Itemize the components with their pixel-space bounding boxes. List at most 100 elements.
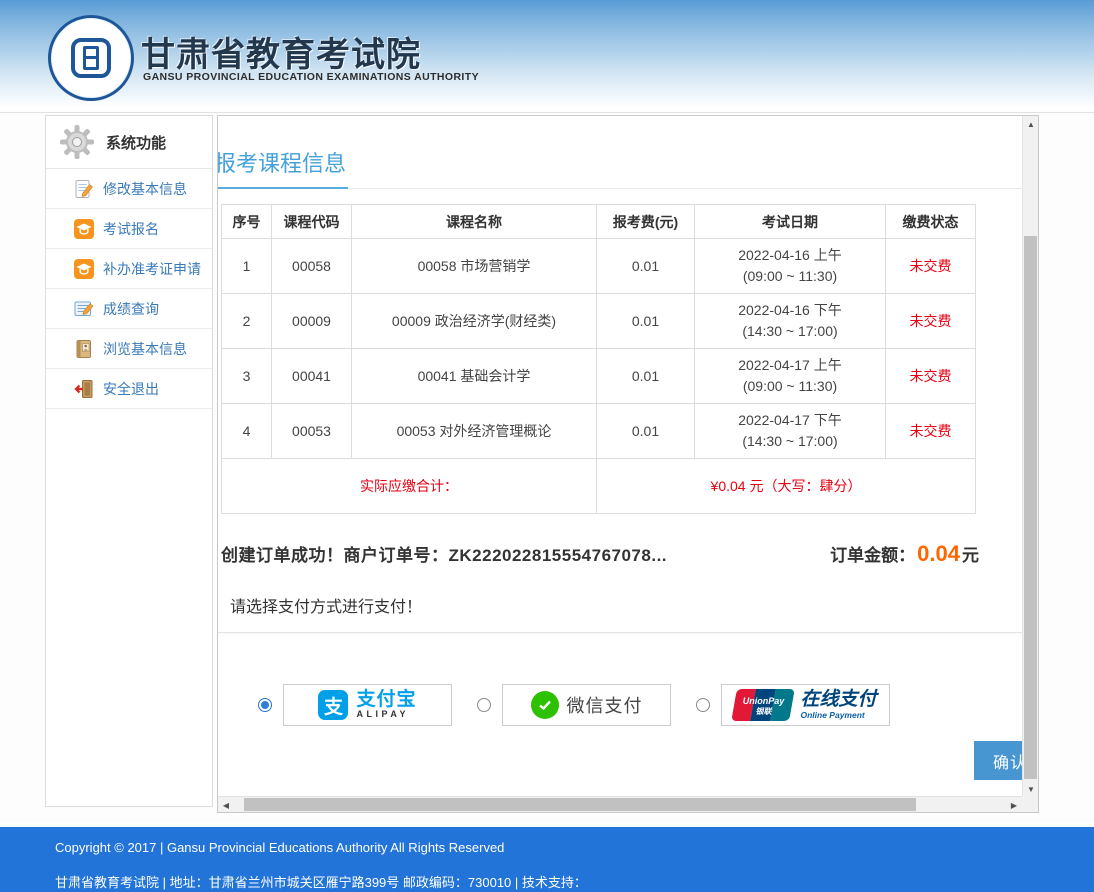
payment-prompt: 请选择支付方式进行支付！ [230,593,1022,617]
cell-code: 00053 [272,404,352,459]
cell-name: 00058 市场营销学 [352,239,597,294]
date-line1: 2022-04-16 上午 [699,245,881,266]
order-amount-value: 0.04 [915,541,962,566]
total-value: ¥0.04 元（大写：肆分） [597,459,976,514]
sidebar-item-edit-profile[interactable]: 修改基本信息 [46,169,212,209]
sidebar-item-label: 考试报名 [103,219,159,239]
scroll-up-arrow-icon[interactable]: ▲ [1023,116,1039,132]
sidebar-header: 系统功能 [46,116,212,169]
cell-status: 未交费 [886,294,976,349]
sidebar-item-label: 补办准考证申请 [103,259,201,279]
payment-divider [218,632,1022,635]
cell-date: 2022-04-16 下午 (14:30 ~ 17:00) [695,294,886,349]
date-line2: (09:00 ~ 11:30) [699,266,881,287]
unionpay-label-cn: 在线支付 [800,690,876,710]
cell-code: 00058 [272,239,352,294]
wechat-box[interactable]: 微信支付 [502,684,671,726]
sidebar-header-label: 系统功能 [106,132,166,153]
cell-date: 2022-04-16 上午 (09:00 ~ 11:30) [695,239,886,294]
exam-registration-icon [74,219,94,239]
unionpay-logo-line2: 银联 [734,708,792,716]
cell-no: 1 [222,239,272,294]
date-line1: 2022-04-17 下午 [699,410,881,431]
date-line1: 2022-04-16 下午 [699,300,881,321]
site-title: 甘肃省教育考试院 [141,27,421,76]
sidebar-item-label: 浏览基本信息 [103,339,187,359]
table-row: 1 00058 00058 市场营销学 0.01 2022-04-16 上午 (… [222,239,976,294]
sidebar-item-label: 成绩查询 [103,299,159,319]
horizontal-scrollbar-thumb[interactable] [244,798,916,811]
cell-no: 2 [222,294,272,349]
col-header-date: 考试日期 [695,205,886,239]
admission-ticket-icon [74,259,94,279]
footer-address: 甘肃省教育考试院 | 地址：甘肃省兰州市城关区雁宁路399号 邮政编码：7300… [55,872,1094,891]
alipay-box[interactable]: 支 支付宝 ALIPAY [283,684,452,726]
cell-date: 2022-04-17 下午 (14:30 ~ 17:00) [695,404,886,459]
sidebar-item-view-profile[interactable]: 浏览基本信息 [46,329,212,369]
wechat-radio[interactable] [477,698,491,712]
scroll-down-arrow-icon[interactable]: ▼ [1023,781,1039,797]
scroll-left-arrow-icon[interactable]: ◀ [218,797,234,813]
col-header-fee: 报考费(元) [597,205,695,239]
view-profile-icon [74,339,94,359]
cell-fee: 0.01 [597,239,695,294]
alipay-icon: 支 [318,690,348,720]
sidebar-item-admission-ticket[interactable]: 补办准考证申请 [46,249,212,289]
logo-emblem-icon [71,38,111,78]
vertical-scrollbar-thumb[interactable] [1024,236,1037,779]
alipay-label-en: ALIPAY [356,709,416,720]
alipay-label-cn: 支付宝 [356,690,416,709]
date-line1: 2022-04-17 上午 [699,355,881,376]
table-row: 4 00053 00053 对外经济管理概论 0.01 2022-04-17 下… [222,404,976,459]
order-amount-wrap: 订单金额：0.04元 [830,541,979,567]
unionpay-radio[interactable] [696,698,710,712]
site-header: 甘肃省教育考试院 GANSU PROVINCIAL EDUCATION EXAM… [0,0,1094,112]
section-title: 报考课程信息 [218,146,348,189]
logo-ring [48,15,134,101]
date-line2: (09:00 ~ 11:30) [699,376,881,397]
total-label: 实际应缴合计： [222,459,597,514]
sidebar-item-score-query[interactable]: 成绩查询 [46,289,212,329]
unionpay-logo-line1: UnionPay [734,697,792,706]
cell-fee: 0.01 [597,404,695,459]
cell-no: 3 [222,349,272,404]
sidebar-item-label: 安全退出 [103,379,159,399]
scroll-content: 报考课程信息 序号 课程代码 课程名称 报考费(元) 考试日期 缴费状态 1 [218,116,1022,797]
scrollbar-corner [1022,796,1038,812]
gear-icon [58,123,96,161]
order-row: 创建订单成功！商户订单号：ZK222022815554767078... 订单金… [221,541,979,567]
table-total-row: 实际应缴合计： ¥0.04 元（大写：肆分） [222,459,976,514]
date-line2: (14:30 ~ 17:00) [699,321,881,342]
sidebar: 系统功能 修改基本信息 考试报名 [45,115,213,807]
course-table-header-row: 序号 课程代码 课程名称 报考费(元) 考试日期 缴费状态 [222,205,976,239]
vertical-scrollbar[interactable]: ▲ ▼ [1022,116,1038,797]
col-header-status: 缴费状态 [886,205,976,239]
cell-name: 00041 基础会计学 [352,349,597,404]
unionpay-box[interactable]: UnionPay 银联 在线支付 Online Payment [721,684,890,726]
payment-option-wechat: 微信支付 [477,684,671,726]
site-subtitle: GANSU PROVINCIAL EDUCATION EXAMINATIONS … [143,71,479,83]
sidebar-item-exam-registration[interactable]: 考试报名 [46,209,212,249]
col-header-no: 序号 [222,205,272,239]
alipay-radio[interactable] [258,698,272,712]
score-query-icon [74,299,94,319]
unionpay-icon: UnionPay 银联 [734,689,792,721]
col-header-name: 课程名称 [352,205,597,239]
cell-date: 2022-04-17 上午 (09:00 ~ 11:30) [695,349,886,404]
order-message: 创建订单成功！商户订单号：ZK222022815554767078... [221,541,667,566]
logout-icon [74,379,94,399]
footer-copyright: Copyright © 2017 | Gansu Provincial Educ… [55,840,1094,855]
sidebar-item-logout[interactable]: 安全退出 [46,369,212,409]
cell-name: 00053 对外经济管理概论 [352,404,597,459]
sidebar-item-label: 修改基本信息 [103,179,187,199]
cell-status: 未交费 [886,404,976,459]
cell-no: 4 [222,404,272,459]
horizontal-scrollbar[interactable]: ◀ ▶ [218,796,1022,812]
authority-logo [48,15,134,101]
col-header-code: 课程代码 [272,205,352,239]
payment-option-alipay: 支 支付宝 ALIPAY [258,684,452,726]
content-panel: 报考课程信息 序号 课程代码 课程名称 报考费(元) 考试日期 缴费状态 1 [217,115,1039,813]
cell-code: 00041 [272,349,352,404]
scroll-right-arrow-icon[interactable]: ▶ [1006,797,1022,813]
table-row: 3 00041 00041 基础会计学 0.01 2022-04-17 上午 (… [222,349,976,404]
